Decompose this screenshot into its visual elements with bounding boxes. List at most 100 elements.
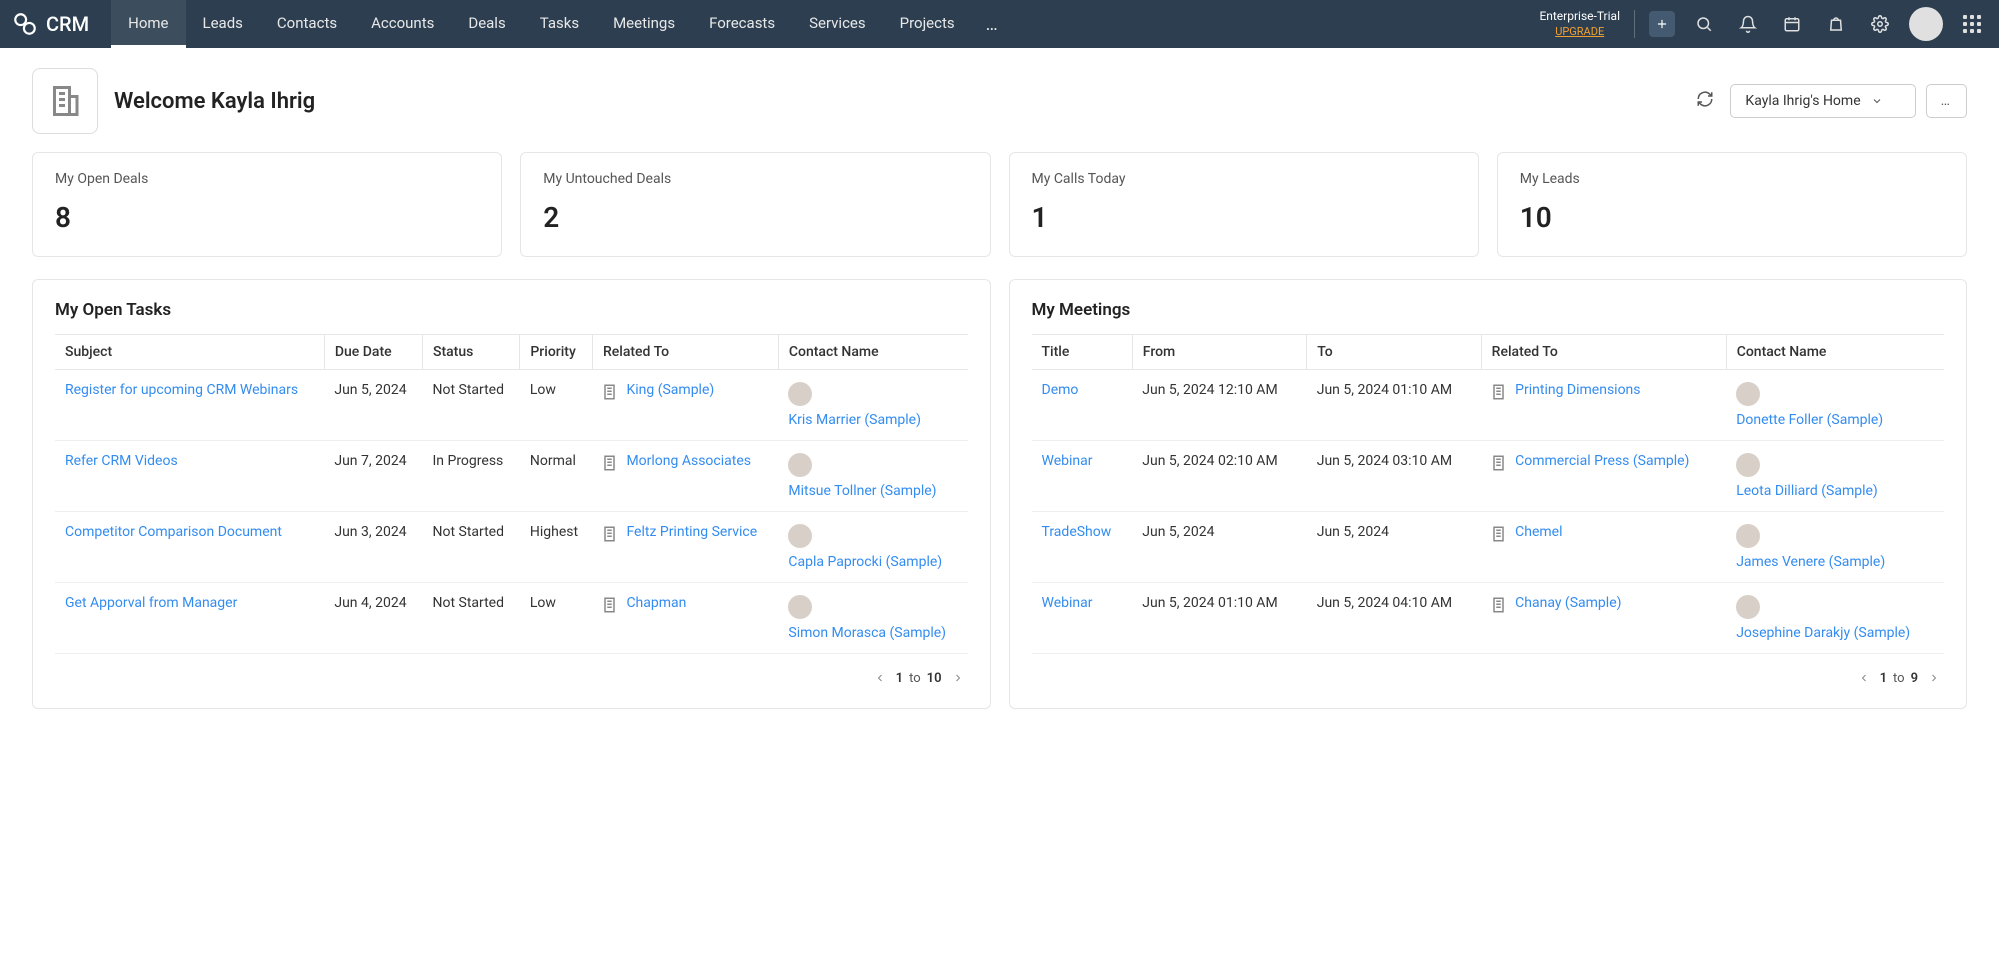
- task-status: Not Started: [422, 370, 519, 441]
- col-title[interactable]: Title: [1032, 335, 1133, 370]
- kpi-my-leads[interactable]: My Leads 10: [1497, 152, 1967, 257]
- table-row: Refer CRM VideosJun 7, 2024In ProgressNo…: [55, 441, 968, 512]
- kpi-calls-today[interactable]: My Calls Today 1: [1009, 152, 1479, 257]
- nav-item-services[interactable]: Services: [792, 0, 883, 48]
- meeting-title-link[interactable]: Demo: [1042, 382, 1079, 398]
- home-view-select[interactable]: Kayla Ihrig's Home: [1730, 84, 1915, 118]
- task-due: Jun 5, 2024: [324, 370, 422, 441]
- tasks-table: Subject Due Date Status Priority Related…: [55, 334, 968, 654]
- org-icon: [32, 68, 98, 134]
- search-button[interactable]: [1689, 9, 1719, 39]
- col-contact-name[interactable]: Contact Name: [1726, 335, 1944, 370]
- task-subject-link[interactable]: Register for upcoming CRM Webinars: [65, 382, 298, 398]
- meeting-contact-link[interactable]: Leota Dilliard (Sample): [1736, 483, 1934, 499]
- col-from[interactable]: From: [1132, 335, 1306, 370]
- task-contact-link[interactable]: Mitsue Tollner (Sample): [788, 483, 957, 499]
- col-related-to[interactable]: Related To: [1481, 335, 1726, 370]
- more-actions-button[interactable]: …: [1926, 84, 1967, 118]
- chevron-down-icon: [1871, 95, 1883, 107]
- meeting-title-link[interactable]: Webinar: [1042, 595, 1093, 611]
- meeting-contact-link[interactable]: Josephine Darakjy (Sample): [1736, 625, 1934, 641]
- col-related-to[interactable]: Related To: [592, 335, 778, 370]
- table-row: Register for upcoming CRM Webinars Jun 5,…: [55, 370, 968, 441]
- meeting-related-link[interactable]: Chemel: [1515, 524, 1562, 540]
- meeting-related-link[interactable]: Chanay (Sample): [1515, 595, 1621, 611]
- calendar-icon: [1783, 15, 1801, 33]
- search-icon: [1695, 15, 1713, 33]
- nav-items: Home Leads Contacts Accounts Deals Tasks…: [111, 0, 1014, 48]
- meeting-related-link[interactable]: Commercial Press (Sample): [1515, 453, 1689, 469]
- marketplace-button[interactable]: [1821, 9, 1851, 39]
- nav-item-forecasts[interactable]: Forecasts: [692, 0, 792, 48]
- col-contact-name[interactable]: Contact Name: [778, 335, 967, 370]
- brand-text: CRM: [46, 12, 89, 36]
- nav-item-deals[interactable]: Deals: [451, 0, 522, 48]
- meeting-to: Jun 5, 2024 03:10 AM: [1307, 441, 1481, 512]
- col-to[interactable]: To: [1307, 335, 1481, 370]
- task-related-link[interactable]: King (Sample): [626, 382, 714, 398]
- account-icon: [602, 596, 620, 614]
- task-contact-link[interactable]: Simon Morasca (Sample): [788, 625, 957, 641]
- task-related-link[interactable]: Chapman: [626, 595, 686, 611]
- account-icon: [1491, 596, 1509, 614]
- kpi-untouched-deals[interactable]: My Untouched Deals 2: [520, 152, 990, 257]
- nav-more-icon[interactable]: …: [972, 0, 1014, 48]
- pager-start: 1: [896, 671, 903, 686]
- apps-button[interactable]: [1957, 9, 1987, 39]
- table-header-row: Title From To Related To Contact Name: [1032, 335, 1945, 370]
- nav-item-leads[interactable]: Leads: [186, 0, 260, 48]
- nav-item-home[interactable]: Home: [111, 0, 185, 48]
- meeting-contact-link[interactable]: James Venere (Sample): [1736, 554, 1934, 570]
- kpi-open-deals[interactable]: My Open Deals 8: [32, 152, 502, 257]
- kpi-label: My Leads: [1520, 171, 1944, 187]
- nav-item-contacts[interactable]: Contacts: [260, 0, 354, 48]
- meeting-related-link[interactable]: Printing Dimensions: [1515, 382, 1640, 398]
- pager-next-button[interactable]: [1924, 668, 1944, 688]
- col-status[interactable]: Status: [422, 335, 519, 370]
- task-priority: Normal: [520, 441, 593, 512]
- nav-item-projects[interactable]: Projects: [883, 0, 972, 48]
- task-related-link[interactable]: Morlong Associates: [626, 453, 751, 469]
- contact-avatar: [1736, 524, 1760, 548]
- calendar-button[interactable]: [1777, 9, 1807, 39]
- task-subject-link[interactable]: Get Apporval from Manager: [65, 595, 237, 611]
- chevron-right-icon: [952, 672, 964, 684]
- table-row: WebinarJun 5, 2024 02:10 AMJun 5, 2024 0…: [1032, 441, 1945, 512]
- task-priority: Highest: [520, 512, 593, 583]
- col-priority[interactable]: Priority: [520, 335, 593, 370]
- task-subject-link[interactable]: Competitor Comparison Document: [65, 524, 282, 540]
- user-avatar[interactable]: [1909, 7, 1943, 41]
- col-subject[interactable]: Subject: [55, 335, 324, 370]
- task-contact-link[interactable]: Kris Marrier (Sample): [788, 412, 957, 428]
- nav-item-accounts[interactable]: Accounts: [354, 0, 451, 48]
- brand[interactable]: CRM: [12, 11, 89, 37]
- task-related-link[interactable]: Feltz Printing Service: [626, 524, 757, 540]
- notifications-button[interactable]: [1733, 9, 1763, 39]
- pager-start: 1: [1880, 671, 1887, 686]
- pager-prev-button[interactable]: [870, 668, 890, 688]
- nav-item-meetings[interactable]: Meetings: [596, 0, 692, 48]
- meeting-title-link[interactable]: TradeShow: [1042, 524, 1112, 540]
- create-button[interactable]: [1649, 11, 1675, 37]
- refresh-button[interactable]: [1690, 84, 1720, 118]
- nav-item-tasks[interactable]: Tasks: [523, 0, 596, 48]
- contact-avatar: [788, 524, 812, 548]
- gear-icon: [1871, 15, 1889, 33]
- meeting-contact-link[interactable]: Donette Foller (Sample): [1736, 412, 1934, 428]
- settings-button[interactable]: [1865, 9, 1895, 39]
- meeting-title-link[interactable]: Webinar: [1042, 453, 1093, 469]
- account-icon: [602, 383, 620, 401]
- building-icon: [47, 83, 83, 119]
- welcome-actions: Kayla Ihrig's Home …: [1690, 84, 1967, 118]
- task-subject-link[interactable]: Refer CRM Videos: [65, 453, 178, 469]
- pager-mid: to: [909, 671, 921, 686]
- pager-prev-button[interactable]: [1854, 668, 1874, 688]
- enterprise-badge: Enterprise-Trial UPGRADE: [1539, 9, 1620, 39]
- chevron-left-icon: [1858, 672, 1870, 684]
- upgrade-link[interactable]: UPGRADE: [1539, 25, 1620, 39]
- col-due-date[interactable]: Due Date: [324, 335, 422, 370]
- meeting-from: Jun 5, 2024 12:10 AM: [1132, 370, 1306, 441]
- pager-next-button[interactable]: [948, 668, 968, 688]
- task-status: In Progress: [422, 441, 519, 512]
- task-contact-link[interactable]: Capla Paprocki (Sample): [788, 554, 957, 570]
